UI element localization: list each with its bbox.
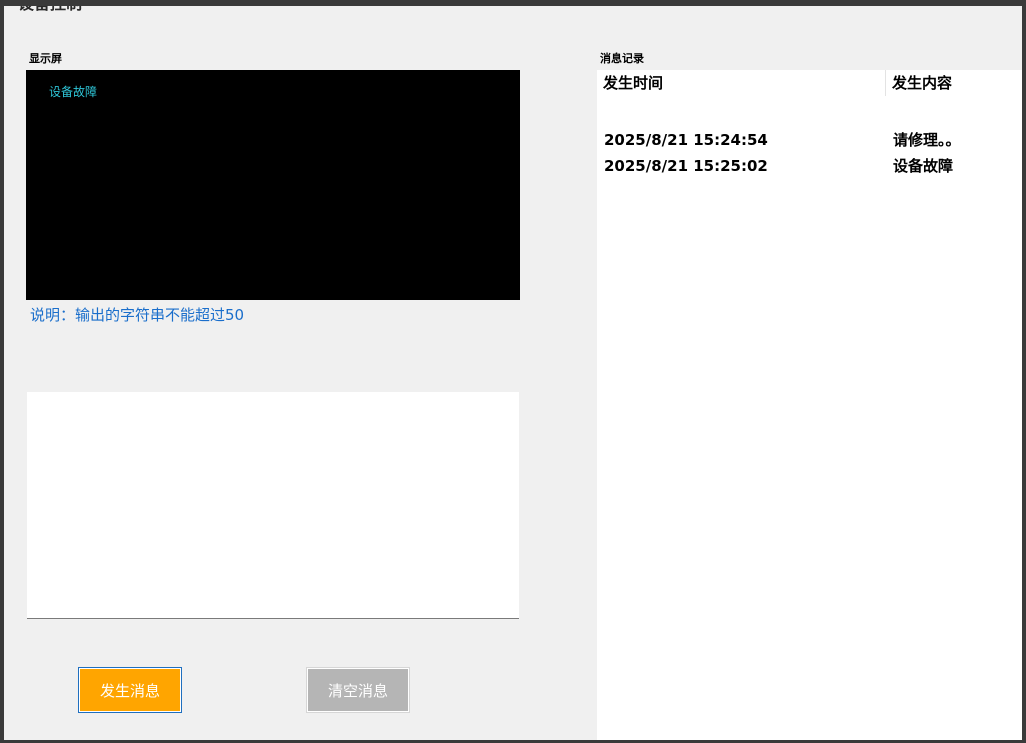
clear-messages-button[interactable]: 清空消息 [306, 667, 410, 713]
message-log-label: 消息记录 [600, 52, 644, 65]
window-title: 设备控制 [18, 6, 82, 14]
table-row[interactable]: 2025/8/21 15:25:02 设备故障 [597, 154, 1022, 178]
message-input[interactable] [27, 392, 519, 619]
send-message-button[interactable]: 发生消息 [78, 667, 182, 713]
column-header-time[interactable]: 发生时间 [603, 73, 663, 93]
column-divider[interactable] [885, 70, 886, 96]
table-header: 发生时间 发生内容 [597, 70, 1022, 96]
table-row[interactable]: 2025/8/21 15:24:54 请修理。。 [597, 128, 1022, 152]
length-hint-text: 说明：输出的字符串不能超过50 [30, 306, 245, 324]
message-log-table[interactable]: 发生时间 发生内容 2025/8/21 15:24:54 请修理。。 2025/… [597, 70, 1022, 740]
column-header-content[interactable]: 发生内容 [892, 73, 952, 93]
row-content-cell: 请修理。。 [893, 131, 961, 149]
row-content-cell: 设备故障 [893, 157, 954, 175]
display-screen-label: 显示屏 [29, 52, 62, 65]
display-screen: 设备故障 [26, 70, 520, 300]
row-time-cell: 2025/8/21 15:25:02 [604, 157, 768, 175]
device-control-window: 设备控制 显示屏 设备故障 说明：输出的字符串不能超过50 发生消息 清空消息 … [4, 6, 1022, 740]
row-time-cell: 2025/8/21 15:24:54 [604, 131, 768, 149]
display-screen-text: 设备故障 [49, 85, 98, 99]
